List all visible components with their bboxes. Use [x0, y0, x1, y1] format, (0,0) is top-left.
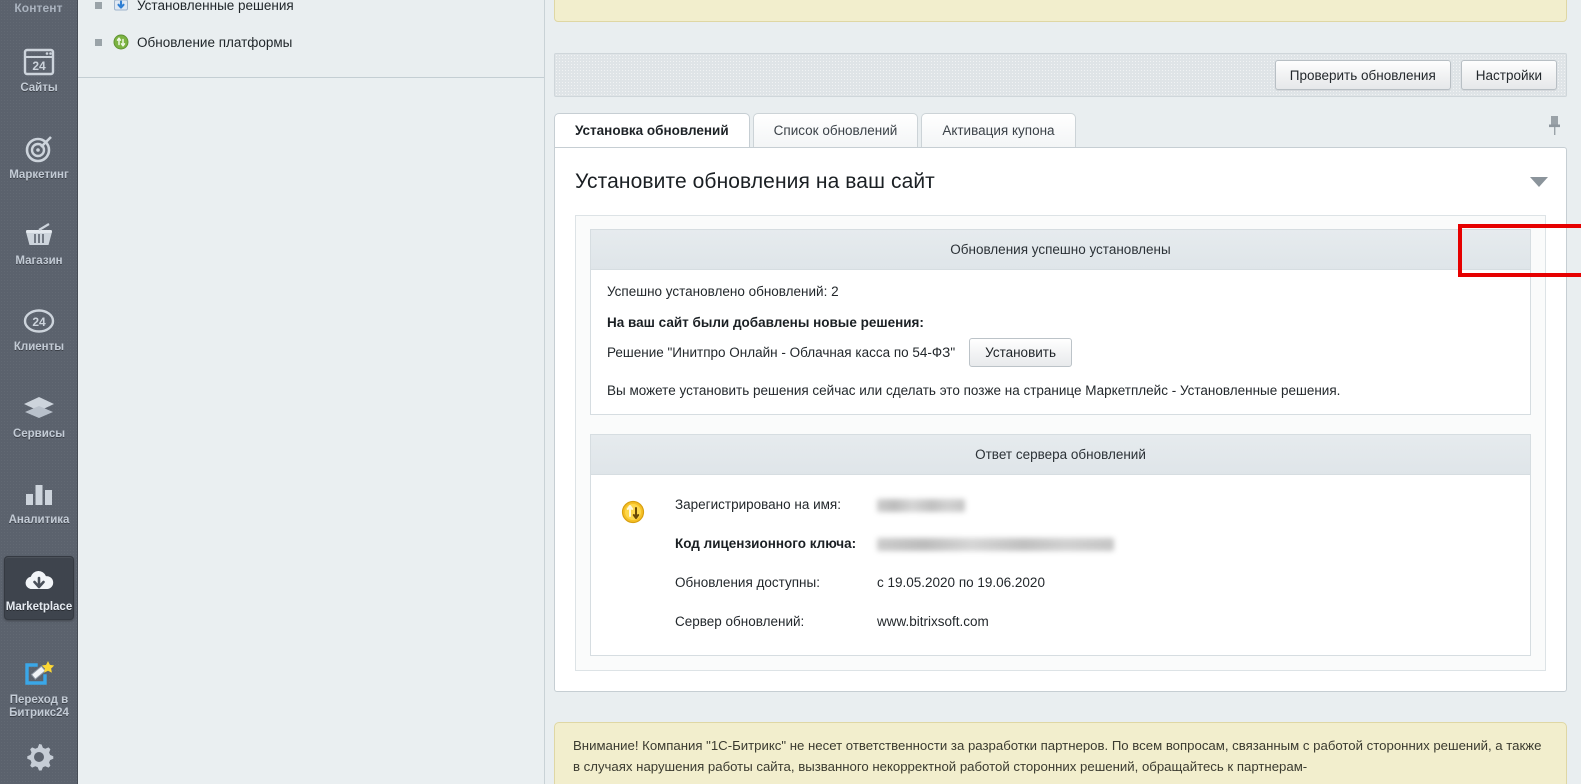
- server-row-value-redacted: [877, 536, 1114, 551]
- sidebar-item-services[interactable]: Сервисы: [4, 384, 74, 446]
- check-updates-button[interactable]: Проверить обновления: [1274, 60, 1451, 90]
- bitrix24-magic-icon: [4, 657, 74, 691]
- analytics-bars-icon: [4, 477, 74, 511]
- server-response-body: Зарегистрировано на имя: Код лицензионно…: [591, 475, 1530, 655]
- server-row-registered-to: Зарегистрировано на имя:: [675, 497, 1530, 512]
- server-row-key: Сервер обновлений:: [675, 614, 805, 629]
- sidebar-item-label: Клиенты: [13, 341, 65, 353]
- sidebar-item-settings[interactable]: [4, 733, 74, 782]
- tab-coupon-activation[interactable]: Активация купона: [921, 113, 1076, 147]
- left-icon-rail: Контент 24 Сайты Маркетинг Магазин 24 Кл…: [0, 0, 78, 784]
- page-toolbar: Проверить обновления Настройки: [554, 53, 1567, 97]
- redacted-bar: [877, 498, 965, 512]
- tab-bar: Установка обновлений Список обновлений А…: [554, 113, 1567, 147]
- sidebar-item-label: Сайты: [20, 82, 58, 94]
- platform-update-icon: [113, 34, 129, 50]
- clients-24-icon: 24: [4, 304, 74, 338]
- tree-bullet: [95, 1, 102, 9]
- new-solutions-heading: На ваш сайт были добавлены новые решения…: [607, 315, 924, 330]
- server-row-updates-available: Обновления доступны: с 19.05.2020 по 19.…: [675, 575, 1530, 590]
- marketplace-tree: Установленные решения Обновление платфор…: [78, 0, 544, 55]
- marketplace-cloud-download-icon: [5, 564, 73, 598]
- top-trial-notice: полнофункциональную версию продукта по а…: [554, 0, 1567, 22]
- solution-name: Решение "Инитпро Онлайн - Облачная касса…: [607, 345, 956, 360]
- sidebar-item-bitrix24[interactable]: Переход в Битрикс24: [4, 650, 74, 725]
- pin-tabs-button[interactable]: [1548, 114, 1567, 147]
- tab-install-updates[interactable]: Установка обновлений: [554, 113, 750, 147]
- server-row-value-redacted: [877, 497, 965, 512]
- server-response-rows: Зарегистрировано на имя: Код лицензионно…: [675, 497, 1530, 629]
- tree-divider: [78, 77, 544, 78]
- update-arrows-icon: [621, 500, 645, 524]
- partner-disclaimer-text: Внимание! Компания "1С-Битрикс" не несет…: [573, 738, 1542, 774]
- server-row-value: www.bitrixsoft.com: [877, 614, 989, 629]
- server-response-panel: Ответ сервера обновлений Зарегистрирован…: [590, 434, 1531, 656]
- page-title: Установите обновления на ваш сайт: [575, 169, 935, 193]
- sidebar-item-shop[interactable]: Магазин: [4, 211, 74, 273]
- server-row-update-server: Сервер обновлений: www.bitrixsoft.com: [675, 614, 1530, 629]
- server-row-value: с 19.05.2020 по 19.06.2020: [877, 575, 1045, 590]
- sidebar-item-marketing[interactable]: Маркетинг: [4, 125, 74, 187]
- chevron-down-icon[interactable]: [1530, 176, 1548, 187]
- server-row-key: Зарегистрировано на имя:: [675, 497, 841, 512]
- svg-text:24: 24: [32, 59, 46, 73]
- installed-count-line: Успешно установлено обновлений: 2: [607, 284, 839, 299]
- redacted-bar: [877, 537, 1114, 551]
- application-window: Контент 24 Сайты Маркетинг Магазин 24 Кл…: [0, 0, 1581, 784]
- updates-result-panel: Обновления успешно установлены Успешно у…: [590, 229, 1531, 415]
- marketing-target-icon: [4, 132, 74, 166]
- sidebar-item-sites[interactable]: 24 Сайты: [4, 38, 74, 100]
- tree-item-label: Обновление платформы: [137, 34, 293, 50]
- server-response-grid: Зарегистрировано на имя: Код лицензионно…: [591, 497, 1530, 629]
- tree-bullet: [95, 38, 102, 46]
- sidebar-item-label: Marketplace: [5, 601, 73, 613]
- solution-row: Решение "Инитпро Онлайн - Облачная касса…: [607, 338, 1514, 367]
- settings-button[interactable]: Настройки: [1460, 60, 1557, 90]
- card-header: Установите обновления на ваш сайт: [555, 148, 1566, 215]
- tree-item-platform-update[interactable]: Обновление платформы: [78, 29, 544, 55]
- server-row-key: Обновления доступны:: [675, 575, 820, 590]
- server-row-key: Код лицензионного ключа:: [675, 536, 857, 551]
- tree-item-installed-solutions[interactable]: Установленные решения: [78, 0, 544, 18]
- server-response-icon-col: [591, 497, 675, 629]
- services-layers-icon: [4, 391, 74, 425]
- rail-top-label: Контент: [14, 1, 63, 15]
- sites-24-icon: 24: [4, 45, 74, 79]
- sidebar-item-marketplace[interactable]: Marketplace: [4, 556, 74, 620]
- tree-item-label: Установленные решения: [137, 0, 294, 13]
- main-content-area: полнофункциональную версию продукта по а…: [545, 0, 1581, 784]
- shop-basket-icon: [4, 218, 74, 252]
- sidebar-item-clients[interactable]: 24 Клиенты: [4, 297, 74, 359]
- partner-disclaimer-notice: Внимание! Компания "1С-Битрикс" не несет…: [554, 722, 1567, 784]
- tree-empty-area: [78, 78, 544, 784]
- installed-solutions-icon: [113, 0, 129, 13]
- sidebar-item-label: Аналитика: [8, 514, 70, 526]
- install-later-note: Вы можете установить решения сейчас или …: [607, 383, 1341, 398]
- left-tree-panel: Установленные решения Обновление платфор…: [78, 0, 545, 784]
- sidebar-item-label: Маркетинг: [9, 169, 69, 181]
- sidebar-item-analytics[interactable]: Аналитика: [4, 470, 74, 532]
- install-solution-button[interactable]: Установить: [969, 338, 1072, 367]
- updates-result-body: Успешно установлено обновлений: 2 На ваш…: [591, 270, 1530, 414]
- server-row-license-key: Код лицензионного ключа:: [675, 536, 1530, 551]
- updates-result-header: Обновления успешно установлены: [591, 230, 1530, 270]
- svg-text:24: 24: [32, 315, 46, 329]
- sidebar-item-label: Переход в Битрикс24: [9, 694, 69, 719]
- sidebar-item-label: Магазин: [15, 255, 63, 267]
- install-updates-card: Установите обновления на ваш сайт Обновл…: [554, 147, 1567, 692]
- sidebar-item-label: Сервисы: [12, 428, 66, 440]
- gear-icon: [4, 740, 74, 774]
- card-inner-box: Обновления успешно установлены Успешно у…: [575, 215, 1546, 671]
- pushpin-icon: [1549, 116, 1560, 135]
- server-response-header: Ответ сервера обновлений: [591, 435, 1530, 475]
- tab-updates-list[interactable]: Список обновлений: [752, 113, 919, 147]
